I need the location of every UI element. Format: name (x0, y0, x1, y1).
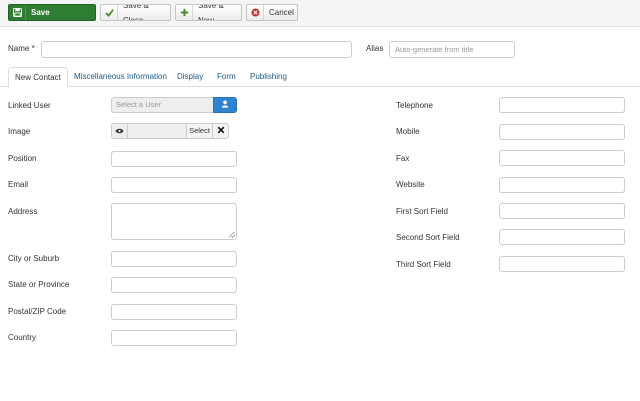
second-sort-input[interactable] (499, 229, 625, 245)
website-label: Website (396, 180, 425, 189)
mobile-label: Mobile (396, 127, 420, 136)
save-new-label: Save & New (198, 4, 224, 21)
third-sort-label: Third Sort Field (396, 260, 451, 269)
tab-new-contact[interactable]: New Contact (8, 67, 68, 88)
email-label: Email (8, 180, 29, 189)
save-button[interactable]: Save (8, 4, 96, 21)
state-input[interactable] (111, 277, 237, 293)
tab-display[interactable]: Display (171, 67, 209, 87)
tab-miscellaneous-information[interactable]: Miscellaneous Information (68, 67, 173, 87)
alias-label: Alias (366, 44, 384, 53)
image-preview-button[interactable] (111, 123, 128, 139)
first-sort-input[interactable] (499, 203, 625, 219)
tab-bar: New Contact Miscellaneous Information Di… (0, 67, 640, 88)
cancel-icon (247, 5, 264, 20)
address-textarea[interactable] (111, 203, 237, 240)
save-new-button[interactable]: Save & New (175, 4, 242, 21)
name-label: Name * (8, 44, 35, 53)
tab-form[interactable]: Form (211, 67, 242, 87)
website-input[interactable] (499, 177, 625, 193)
tab-publishing[interactable]: Publishing (244, 67, 293, 87)
save-close-button[interactable]: Save & Close (100, 4, 171, 21)
postcode-label: Postal/ZIP Code (8, 307, 67, 316)
toolbar: Save Save & Close Save & New Cancel (0, 0, 640, 27)
country-label: Country (8, 333, 37, 342)
save-icon (9, 5, 26, 20)
third-sort-input[interactable] (499, 256, 625, 272)
alias-input[interactable]: Auto-generate from title (389, 41, 515, 58)
user-icon (221, 100, 229, 110)
position-label: Position (8, 154, 37, 163)
linked-user-label: Linked User (8, 101, 51, 110)
cancel-button[interactable]: Cancel (246, 4, 298, 21)
city-input[interactable] (111, 251, 237, 267)
check-icon (101, 5, 118, 20)
select-user-button[interactable] (213, 97, 237, 113)
image-path-input[interactable] (127, 123, 187, 139)
mobile-input[interactable] (499, 124, 625, 140)
image-select-button[interactable]: Select (186, 123, 213, 139)
plus-icon (176, 5, 193, 20)
eye-icon (115, 127, 124, 136)
resize-handle[interactable] (229, 232, 235, 238)
save-label: Save (31, 8, 50, 17)
position-input[interactable] (111, 151, 237, 167)
state-label: State or Province (8, 280, 70, 289)
save-close-label: Save & Close (123, 4, 149, 21)
fax-label: Fax (396, 154, 410, 163)
address-label: Address (8, 207, 38, 216)
linked-user-field: Select a User (111, 97, 237, 113)
telephone-label: Telephone (396, 101, 433, 110)
cancel-label: Cancel (269, 8, 294, 17)
country-input[interactable] (111, 330, 237, 346)
image-label: Image (8, 127, 31, 136)
close-icon (217, 126, 225, 136)
image-field: Select (111, 123, 229, 139)
image-clear-button[interactable] (212, 123, 229, 139)
email-input[interactable] (111, 177, 237, 193)
fax-input[interactable] (499, 150, 625, 166)
first-sort-label: First Sort Field (396, 207, 449, 216)
second-sort-label: Second Sort Field (396, 233, 460, 242)
postcode-input[interactable] (111, 304, 237, 320)
telephone-input[interactable] (499, 97, 625, 113)
name-input[interactable] (41, 41, 352, 58)
city-label: City or Suburb (8, 254, 60, 263)
